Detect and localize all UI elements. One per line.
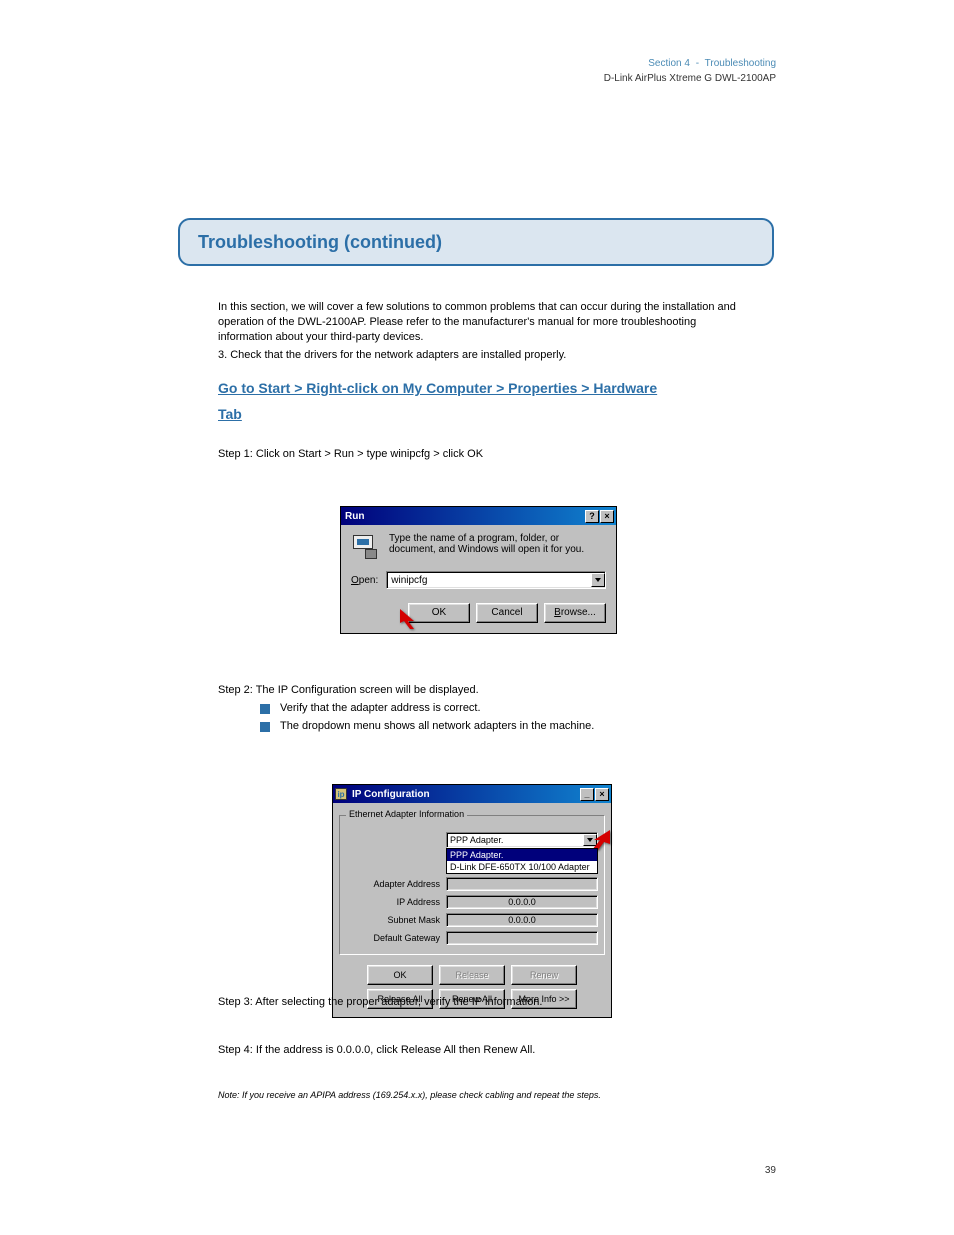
open-input[interactable] bbox=[387, 573, 591, 587]
breadcrumb-separator: - bbox=[693, 58, 702, 69]
step-1-text: Step 1: Click on Start > Run > type wini… bbox=[218, 448, 738, 460]
open-label: Open: bbox=[351, 575, 378, 586]
breadcrumb-page: Troubleshooting bbox=[705, 58, 776, 69]
ipcfg-titlebar: ip IP Configuration _ × bbox=[333, 785, 611, 803]
ethernet-adapter-groupbox: Ethernet Adapter Information PPP Adapter… bbox=[339, 815, 605, 955]
adapter-dropdown-list[interactable]: PPP Adapter. D-Link DFE-650TX 10/100 Ada… bbox=[446, 848, 598, 874]
product-name: D-Link AirPlus Xtreme G DWL-2100AP bbox=[178, 73, 776, 84]
cancel-button[interactable]: Cancel bbox=[476, 603, 538, 623]
open-dropdown-button[interactable] bbox=[591, 573, 605, 587]
link-heading-line1[interactable]: Go to Start > Right-click on My Computer… bbox=[218, 380, 738, 396]
step-2-block: Step 2: The IP Configuration screen will… bbox=[218, 684, 738, 732]
dropdown-item-selected[interactable]: PPP Adapter. bbox=[447, 849, 597, 861]
subnet-mask-value: 0.0.0.0 bbox=[446, 913, 598, 927]
release-button[interactable]: Release bbox=[439, 965, 505, 985]
bullet-1-text: Verify that the adapter address is corre… bbox=[280, 702, 481, 714]
subnet-mask-label: Subnet Mask bbox=[346, 915, 446, 925]
ipcfg-title: IP Configuration bbox=[350, 789, 580, 800]
adapter-address-label: Adapter Address bbox=[346, 879, 446, 889]
ok-button[interactable]: OK bbox=[408, 603, 470, 623]
close-button[interactable]: × bbox=[600, 510, 614, 523]
link-heading-line2[interactable]: Tab bbox=[218, 406, 242, 422]
intro-paragraph-1: In this section, we will cover a few sol… bbox=[218, 300, 738, 345]
breadcrumb-section: Section 4 bbox=[648, 58, 690, 69]
close-button[interactable]: × bbox=[595, 788, 609, 801]
renew-button[interactable]: Renew bbox=[511, 965, 577, 985]
square-bullet-icon bbox=[260, 722, 270, 732]
groupbox-title: Ethernet Adapter Information bbox=[346, 809, 467, 819]
bullet-2-text: The dropdown menu shows all network adap… bbox=[280, 720, 594, 732]
section-heading: Troubleshooting (continued) bbox=[198, 232, 442, 253]
square-bullet-icon bbox=[260, 704, 270, 714]
adapter-combobox[interactable]: PPP Adapter. bbox=[446, 832, 598, 848]
adapter-dropdown-button[interactable] bbox=[583, 834, 597, 846]
adapter-selected-text: PPP Adapter. bbox=[450, 835, 503, 845]
ok-button[interactable]: OK bbox=[367, 965, 433, 985]
help-button[interactable]: ? bbox=[585, 510, 599, 523]
step-2-intro: Step 2: The IP Configuration screen will… bbox=[218, 684, 738, 696]
open-combobox[interactable] bbox=[386, 571, 606, 589]
step-4-text: Step 4: If the address is 0.0.0.0, click… bbox=[218, 1044, 738, 1056]
ip-address-label: IP Address bbox=[346, 897, 446, 907]
page-header: Section 4 - Troubleshooting D-Link AirPl… bbox=[178, 58, 776, 84]
chevron-down-icon bbox=[587, 838, 593, 842]
step-3-text: Step 3: After selecting the proper adapt… bbox=[218, 996, 738, 1008]
default-gateway-value bbox=[446, 931, 598, 945]
run-dialog: Run ? × Type the name of a program, fold… bbox=[340, 506, 617, 634]
bullet-row-1: Verify that the adapter address is corre… bbox=[218, 702, 738, 714]
bullet-row-2: The dropdown menu shows all network adap… bbox=[218, 720, 738, 732]
adapter-address-value bbox=[446, 877, 598, 891]
minimize-button[interactable]: _ bbox=[580, 788, 594, 801]
ip-address-value: 0.0.0.0 bbox=[446, 895, 598, 909]
run-title: Run bbox=[343, 511, 585, 522]
section-heading-box: Troubleshooting (continued) bbox=[178, 218, 774, 266]
run-titlebar: Run ? × bbox=[341, 507, 616, 525]
browse-button[interactable]: Browse... bbox=[544, 603, 606, 623]
default-gateway-label: Default Gateway bbox=[346, 933, 446, 943]
breadcrumb: Section 4 - Troubleshooting bbox=[178, 58, 776, 69]
footnote-text: Note: If you receive an APIPA address (1… bbox=[218, 1090, 738, 1100]
page-number: 39 bbox=[765, 1165, 776, 1176]
dropdown-item[interactable]: D-Link DFE-650TX 10/100 Adapter bbox=[447, 861, 597, 873]
ip-configuration-dialog: ip IP Configuration _ × Ethernet Adapter… bbox=[332, 784, 612, 1018]
run-icon bbox=[351, 533, 379, 561]
run-description: Type the name of a program, folder, or d… bbox=[389, 533, 606, 561]
ipcfg-app-icon: ip bbox=[335, 788, 347, 800]
chevron-down-icon bbox=[595, 578, 601, 582]
intro-paragraph-2: 3. Check that the drivers for the networ… bbox=[218, 348, 738, 363]
